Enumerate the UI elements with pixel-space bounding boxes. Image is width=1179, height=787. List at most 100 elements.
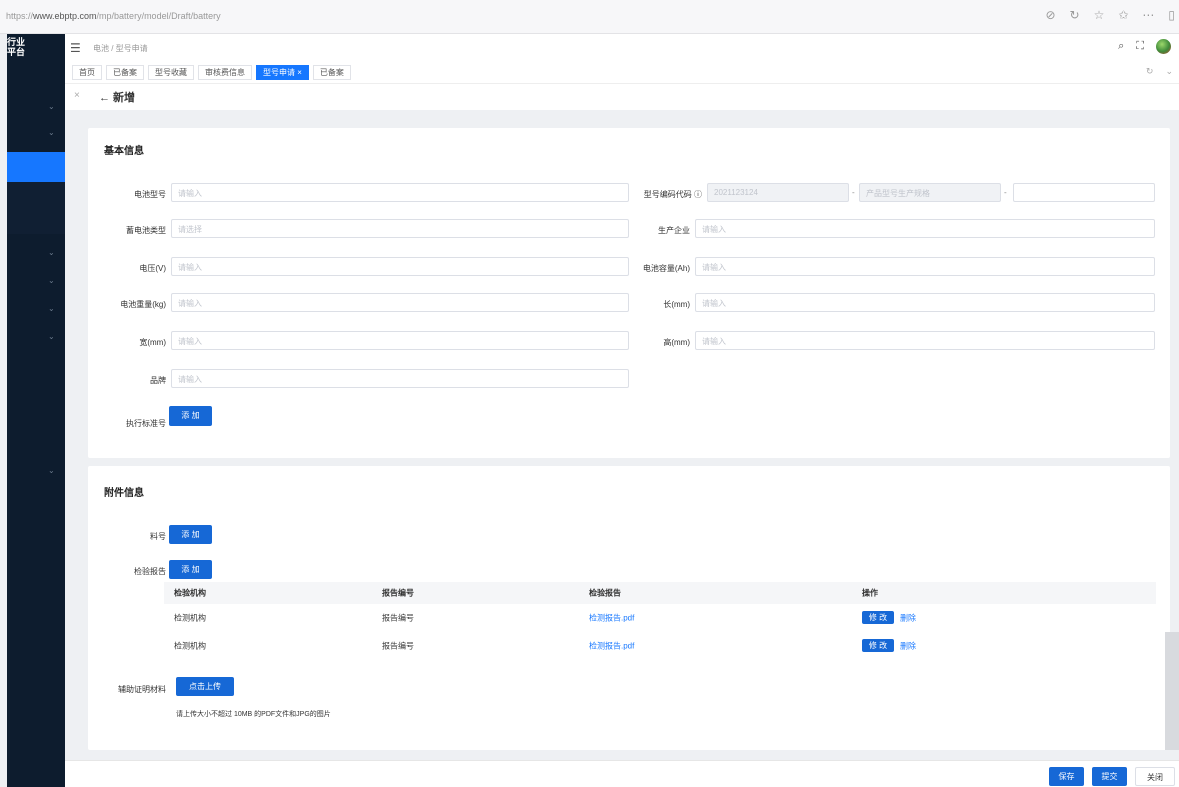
- manufacturer-label: 生产企业: [658, 226, 690, 235]
- sidebar-item-active[interactable]: [7, 152, 65, 182]
- add-standard-button[interactable]: 添 加: [169, 406, 212, 426]
- brand-line-2: 平台: [7, 47, 26, 57]
- code-separator: -: [852, 188, 855, 197]
- weight-label: 电池重量(kg): [120, 300, 166, 309]
- table-row: 检测机构 报告编号 检测报告.pdf 修 改 删除: [164, 632, 1156, 660]
- cell-org: 检测机构: [174, 613, 206, 623]
- delete-link[interactable]: 删除: [900, 613, 916, 624]
- weight-input[interactable]: 请输入: [171, 293, 629, 312]
- material-label: 料号: [150, 532, 166, 541]
- close-button[interactable]: 关闭: [1135, 767, 1175, 786]
- report-table: 检验机构 报告编号 检验报告 操作 检测机构 报告编号 检测报告.pdf 修 改…: [164, 582, 1156, 660]
- url-prefix: https://: [6, 11, 34, 21]
- cell-type-label: 蓄电池类型: [126, 226, 166, 235]
- length-label: 长(mm): [663, 300, 690, 309]
- action-bar: [65, 760, 1179, 787]
- add-material-button[interactable]: 添 加: [169, 525, 212, 544]
- model-code-suffix-input[interactable]: [1013, 183, 1155, 202]
- favorites-icon[interactable]: ✩: [1118, 8, 1128, 22]
- reader-icon[interactable]: ⊘: [1045, 8, 1055, 22]
- col-report-file: 检验报告: [589, 588, 621, 598]
- table-header: 检验机构 报告编号 检验报告 操作: [164, 582, 1156, 604]
- capacity-input[interactable]: 请输入: [695, 257, 1155, 276]
- chevron-down-icon[interactable]: ⌄: [48, 466, 55, 475]
- app-header: ☰ 电池 / 型号申请 ⌕ ⛶: [65, 34, 1179, 62]
- save-button[interactable]: 保存: [1049, 767, 1084, 786]
- browser-toolbar: https://www.ebptp.com/mp/battery/model/D…: [0, 0, 1179, 34]
- code-separator-2: -: [1004, 188, 1007, 197]
- section-title-attachment: 附件信息: [104, 488, 144, 499]
- edit-button[interactable]: 修 改: [862, 639, 894, 652]
- chevron-down-icon[interactable]: ⌄: [48, 102, 55, 111]
- cell-type-select[interactable]: 请选择: [171, 219, 629, 238]
- add-report-button[interactable]: 添 加: [169, 560, 212, 579]
- chevron-down-icon[interactable]: ⌄: [1165, 66, 1173, 77]
- upload-hint: 请上传大小不超过 10MB 的PDF文件和JPG的图片: [176, 711, 331, 718]
- brand-input[interactable]: 请输入: [171, 369, 629, 388]
- edit-button[interactable]: 修 改: [862, 611, 894, 624]
- manufacturer-input[interactable]: 请输入: [695, 219, 1155, 238]
- side-feedback-tab[interactable]: [1165, 632, 1179, 750]
- length-input[interactable]: 请输入: [695, 293, 1155, 312]
- support-material-label: 辅助证明材料: [118, 685, 166, 694]
- more-icon[interactable]: ⋯: [1142, 8, 1154, 22]
- cell-org: 检测机构: [174, 641, 206, 651]
- model-code-spec-input: 产品型号生产规格: [859, 183, 1001, 202]
- battery-model-label: 电池型号: [134, 190, 166, 199]
- battery-model-input[interactable]: 请输入: [171, 183, 629, 202]
- close-icon[interactable]: ×: [74, 90, 80, 101]
- chevron-down-icon[interactable]: ⌄: [48, 128, 55, 137]
- cell-report-no: 报告编号: [382, 613, 414, 623]
- table-row: 检测机构 报告编号 检测报告.pdf 修 改 删除: [164, 604, 1156, 632]
- tab-filed[interactable]: 已备案: [106, 65, 144, 80]
- col-report-no: 报告编号: [382, 588, 414, 598]
- chevron-down-icon[interactable]: ⌄: [48, 276, 55, 285]
- fullscreen-icon[interactable]: ⛶: [1136, 40, 1144, 53]
- chevron-down-icon[interactable]: ⌄: [48, 332, 55, 341]
- breadcrumb: 电池 / 型号申请: [93, 44, 148, 53]
- capacity-label: 电池容量(Ah): [642, 264, 690, 273]
- bookmark-icon[interactable]: ☆: [1094, 8, 1105, 22]
- model-code-date-input: 2021123124: [707, 183, 849, 202]
- tab-review-fee[interactable]: 审核费信息: [198, 65, 252, 80]
- extensions-icon[interactable]: ▯: [1168, 8, 1175, 22]
- page-title[interactable]: ← 新增: [99, 89, 135, 105]
- page-title-bar: × ← 新增: [65, 84, 1179, 110]
- report-file-link[interactable]: 检测报告.pdf: [589, 641, 634, 652]
- height-input[interactable]: 请输入: [695, 331, 1155, 350]
- brand-label: 品牌: [150, 376, 166, 385]
- tab-home[interactable]: 首页: [72, 65, 102, 80]
- width-input[interactable]: 请输入: [171, 331, 629, 350]
- report-file-link[interactable]: 检测报告.pdf: [589, 613, 634, 624]
- cell-report-no: 报告编号: [382, 641, 414, 651]
- tab-model-favorites[interactable]: 型号收藏: [148, 65, 194, 80]
- menu-fold-icon[interactable]: ☰: [70, 41, 81, 55]
- delete-link[interactable]: 删除: [900, 641, 916, 652]
- chevron-down-icon[interactable]: ⌄: [48, 248, 55, 257]
- standard-label: 执行标准号: [126, 419, 166, 428]
- voltage-input[interactable]: 请输入: [171, 257, 629, 276]
- voltage-label: 电压(V): [139, 264, 166, 273]
- url-path: /mp/battery/model/Draft/battery: [96, 11, 221, 21]
- address-bar[interactable]: https://www.ebptp.com/mp/battery/model/D…: [6, 11, 221, 21]
- tab-model-apply[interactable]: 型号申请 ×: [256, 65, 309, 80]
- col-actions: 操作: [862, 588, 878, 598]
- refresh-tab-icon[interactable]: ↻: [1146, 66, 1154, 77]
- submit-button[interactable]: 提交: [1092, 767, 1127, 786]
- upload-button[interactable]: 点击上传: [176, 677, 234, 696]
- model-code-label: 型号编码代码 ⓘ: [643, 190, 702, 199]
- url-domain: www.ebptp.com: [33, 11, 97, 21]
- search-icon[interactable]: ⌕: [1118, 40, 1124, 53]
- chevron-down-icon[interactable]: ⌄: [48, 304, 55, 313]
- tabs-bar: 首页 已备案 型号收藏 审核费信息 型号申请 × 已备案 ↻ ⌄: [65, 62, 1179, 84]
- brand-line-1: 行业: [7, 37, 26, 47]
- width-label: 宽(mm): [139, 338, 166, 347]
- avatar[interactable]: [1156, 39, 1171, 54]
- sidebar-submenu: [7, 182, 65, 234]
- refresh-icon[interactable]: ↻: [1070, 8, 1080, 22]
- section-title-basic: 基本信息: [104, 146, 144, 157]
- report-label: 检验报告: [134, 567, 166, 576]
- brand-logo: 行业 平台: [7, 34, 65, 57]
- height-label: 高(mm): [663, 338, 690, 347]
- tab-filed-2[interactable]: 已备案: [312, 65, 351, 80]
